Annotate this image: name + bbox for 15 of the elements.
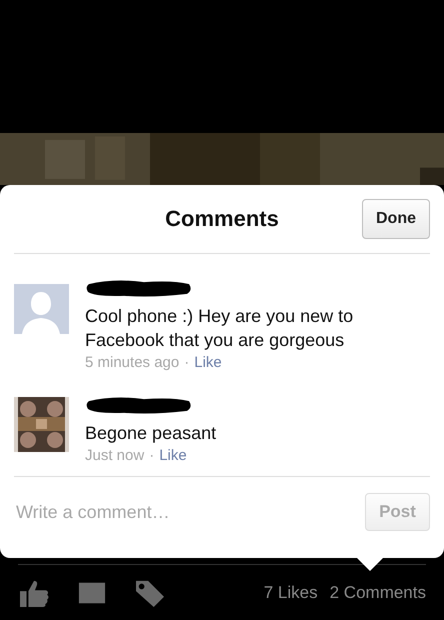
comments-count[interactable]: 2 Comments bbox=[330, 583, 426, 603]
thumbs-up-icon[interactable] bbox=[18, 579, 50, 607]
comment-time: 5 minutes ago bbox=[85, 354, 180, 371]
separator-dot: · bbox=[149, 447, 154, 464]
like-link[interactable]: Like bbox=[159, 447, 187, 464]
like-link[interactable]: Like bbox=[194, 354, 222, 371]
comment-text: Begone peasant bbox=[85, 422, 216, 445]
tag-icon[interactable] bbox=[134, 579, 166, 607]
done-button[interactable]: Done bbox=[362, 199, 430, 239]
comment-text: Cool phone :) Hey are you new to Facebook that you are gorgeous bbox=[85, 305, 354, 352]
panel-title: Comments bbox=[165, 206, 279, 232]
avatar-silhouette-icon bbox=[14, 283, 69, 335]
separator-dot: · bbox=[184, 354, 190, 371]
likes-count[interactable]: 7 Likes bbox=[264, 583, 318, 603]
comment-time: Just now bbox=[85, 447, 144, 464]
